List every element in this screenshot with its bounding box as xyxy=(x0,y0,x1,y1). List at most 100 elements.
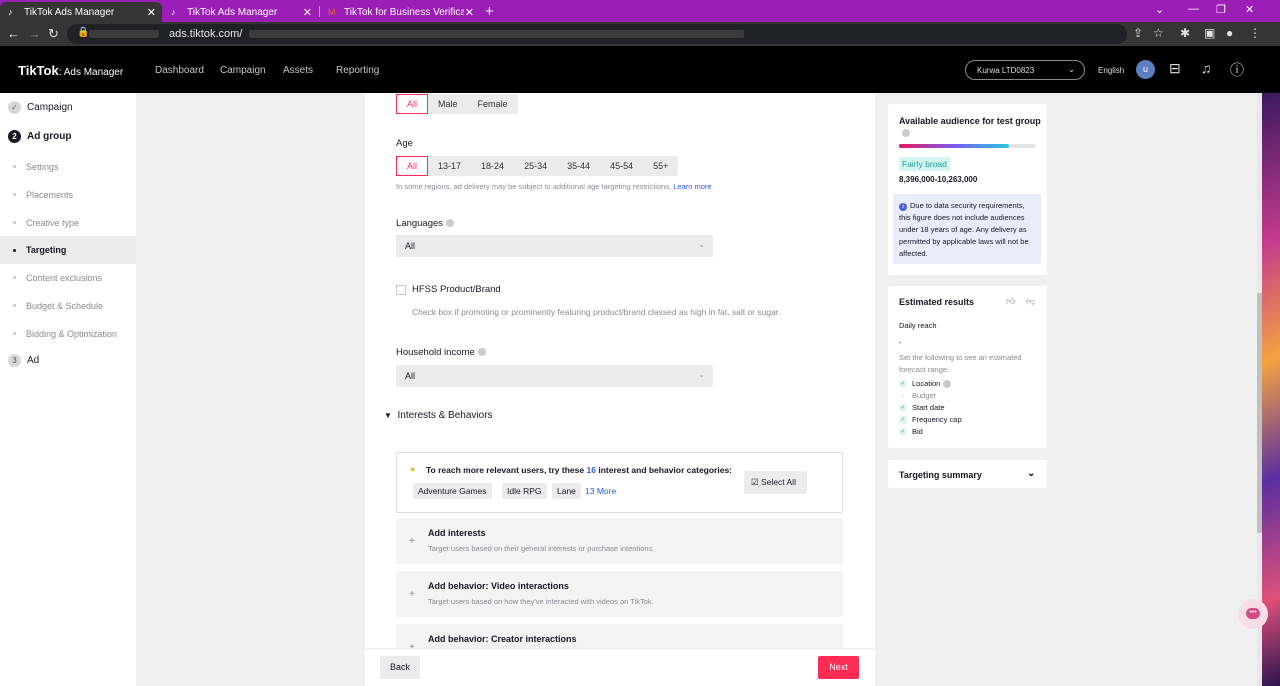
age-option[interactable]: 55+ xyxy=(643,156,678,176)
select-all-icon: ☑ xyxy=(751,477,759,487)
language-selector[interactable]: English xyxy=(1098,66,1124,75)
gender-option-male[interactable]: Male xyxy=(428,94,468,114)
category-chip[interactable]: Idle RPG xyxy=(502,483,547,499)
tab-title: TikTok Ads Manager xyxy=(187,6,278,18)
gender-option-all[interactable]: All xyxy=(396,94,429,114)
category-chip[interactable]: Lane xyxy=(552,483,581,499)
age-selector: All 13-17 18-24 25-34 35-44 45-54 55+ xyxy=(396,156,679,176)
check-icon: ✓ xyxy=(899,379,907,388)
info-icon[interactable] xyxy=(477,348,486,357)
age-hint: In some regions, ad delivery may be subj… xyxy=(396,182,712,191)
check-icon: ✓ xyxy=(899,415,907,424)
info-icon[interactable] xyxy=(943,379,952,388)
nav-campaign[interactable]: Campaign xyxy=(220,65,266,76)
tab-title: TikTok for Business Verification C xyxy=(344,6,464,18)
nav-reporting[interactable]: Reporting xyxy=(336,65,379,76)
age-option[interactable]: 45-54 xyxy=(600,156,643,176)
sidebar-item-placements[interactable]: Placements xyxy=(0,182,136,207)
card-title: Add interests xyxy=(428,528,486,538)
close-window-icon[interactable]: ✕ xyxy=(1245,3,1254,16)
help-icon[interactable]: ⓘ xyxy=(1230,60,1244,80)
household-income-select[interactable]: All ⌄ xyxy=(396,365,713,387)
notification-bell-icon[interactable]: ♫ xyxy=(1201,60,1212,76)
step-number: 3 xyxy=(8,354,21,367)
next-button[interactable]: Next xyxy=(818,656,859,679)
address-bar[interactable]: 🔒 ads.tiktok.com/ xyxy=(67,24,1127,44)
avatar[interactable]: u xyxy=(1136,60,1155,79)
browser-tab[interactable]: ♪ TikTok Ads Manager ✕ xyxy=(0,2,162,22)
desktop-wallpaper xyxy=(1262,93,1280,686)
age-option[interactable]: All xyxy=(396,156,429,176)
close-icon[interactable]: ✕ xyxy=(303,6,312,19)
nav-dashboard[interactable]: Dashboard xyxy=(155,65,204,76)
checklist-item: ✓ Frequency cap xyxy=(899,415,962,424)
back-button[interactable]: Back xyxy=(380,656,420,679)
forward-icon[interactable]: → xyxy=(28,26,41,41)
chat-bubble-icon: ••• xyxy=(1246,608,1260,619)
card-description: Target users based on their general inte… xyxy=(428,544,655,553)
thumbs-down-icon[interactable]: 👎︎ xyxy=(1026,296,1035,307)
step-label: Campaign xyxy=(27,102,73,113)
browser-tab[interactable]: M TikTok for Business Verification C ✕ xyxy=(320,2,480,22)
sidebar-item-content-exclusions[interactable]: Content exclusions xyxy=(0,265,136,290)
menu-icon[interactable]: ⋮ xyxy=(1249,26,1261,40)
profile-icon[interactable]: ● xyxy=(1226,26,1233,40)
chevron-down-icon: ⌄ xyxy=(1068,65,1075,74)
languages-select[interactable]: All ⌄ xyxy=(396,235,713,257)
close-icon[interactable]: ✕ xyxy=(147,6,156,19)
targeting-form: All Male Female Age All 13-17 18-24 25-3… xyxy=(365,93,875,686)
step-ad[interactable]: 3 Ad xyxy=(8,354,39,367)
card-title: Add behavior: Video interactions xyxy=(428,581,569,591)
age-option[interactable]: 18-24 xyxy=(471,156,514,176)
browser-tab-bar: ♪ TikTok Ads Manager ✕ ♪ TikTok Ads Mana… xyxy=(0,0,1280,22)
interests-behaviors-toggle[interactable]: ▼ Interests & Behaviors xyxy=(384,410,493,421)
targeting-summary-panel[interactable]: Targeting summary ⌄ xyxy=(888,460,1047,488)
nav-assets[interactable]: Assets xyxy=(283,65,313,76)
sidebar-item-bidding-optimization[interactable]: Bidding & Optimization xyxy=(0,321,136,346)
age-option[interactable]: 25-34 xyxy=(514,156,557,176)
daily-reach-value: - xyxy=(899,338,902,347)
side-panel-icon[interactable]: ▣ xyxy=(1204,26,1215,40)
share-icon[interactable]: ⇪ xyxy=(1133,26,1143,40)
learn-more-link[interactable]: Learn more xyxy=(673,182,711,191)
reload-icon[interactable]: ↻ xyxy=(48,26,59,42)
chat-support-button[interactable]: ••• xyxy=(1238,599,1268,629)
tab-search-icon[interactable]: ⌄ xyxy=(1155,3,1164,16)
briefcase-icon[interactable]: ⊟ xyxy=(1169,60,1181,77)
sidebar-item-budget-schedule[interactable]: Budget & Schedule xyxy=(0,293,136,318)
form-footer: Back Next xyxy=(365,648,875,686)
sidebar-item-creative-type[interactable]: Creative type xyxy=(0,210,136,235)
back-icon[interactable]: ← xyxy=(7,26,20,41)
audience-title: Available audience for test group xyxy=(899,116,1041,126)
step-ad-group[interactable]: 2 Ad group xyxy=(8,130,71,143)
info-icon[interactable] xyxy=(902,129,910,137)
suggestion-box: ● To reach more relevant users, try thes… xyxy=(396,452,843,513)
select-all-button[interactable]: ☑ Select All xyxy=(744,471,807,494)
chevron-down-icon: ⌄ xyxy=(698,240,705,249)
age-option[interactable]: 35-44 xyxy=(557,156,600,176)
browser-tab[interactable]: ♪ TikTok Ads Manager ✕ xyxy=(163,2,318,22)
minimize-icon[interactable]: — xyxy=(1188,3,1199,15)
add-video-interactions-card[interactable]: + Add behavior: Video interactions Targe… xyxy=(396,571,843,617)
account-selector[interactable]: Kurwa LTD0823 ⌄ xyxy=(965,60,1085,80)
bookmark-star-icon[interactable]: ☆ xyxy=(1153,26,1164,40)
sidebar-item-settings[interactable]: Settings xyxy=(0,154,136,179)
step-campaign[interactable]: ✓ Campaign xyxy=(8,101,73,114)
tiktok-ads-manager-logo[interactable]: TikTok: Ads Manager xyxy=(18,63,123,78)
new-tab-icon[interactable]: + xyxy=(485,3,494,20)
hfss-checkbox[interactable] xyxy=(396,285,406,295)
add-interests-card[interactable]: + Add interests Target users based on th… xyxy=(396,518,843,564)
restore-icon[interactable]: ❐ xyxy=(1216,3,1226,16)
thumbs-up-icon[interactable]: 👍︎ xyxy=(1006,296,1015,307)
category-chip[interactable]: Adventure Games xyxy=(413,483,492,499)
audience-gauge xyxy=(899,144,1036,148)
age-option[interactable]: 13-17 xyxy=(428,156,471,176)
sidebar-item-targeting[interactable]: Targeting xyxy=(0,236,136,264)
gender-option-female[interactable]: Female xyxy=(468,94,518,114)
plus-icon: + xyxy=(409,536,415,547)
extensions-icon[interactable]: ✱ xyxy=(1180,26,1190,40)
close-icon[interactable]: ✕ xyxy=(465,6,474,19)
info-icon[interactable] xyxy=(446,219,455,228)
more-categories-link[interactable]: 13 More xyxy=(585,486,616,496)
gender-selector: All Male Female xyxy=(396,94,518,114)
